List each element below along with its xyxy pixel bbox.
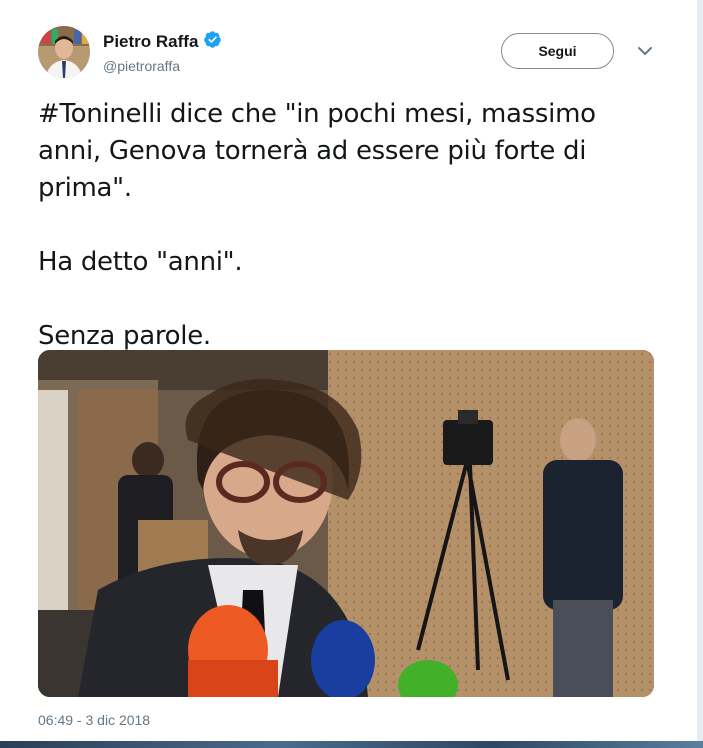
tweet-text: #Toninelli dice che "in pochi mesi, mass… xyxy=(38,99,596,351)
video-frame-image xyxy=(38,350,654,697)
verified-badge-icon xyxy=(203,30,222,54)
author-handle[interactable]: @pietroraffa xyxy=(103,58,180,74)
background-strip xyxy=(0,741,703,748)
tweet-card: Pietro Raffa @pietroraffa Segui #Toninel… xyxy=(0,0,698,741)
author-avatar[interactable] xyxy=(38,26,90,78)
tweet-video[interactable] xyxy=(38,350,654,697)
author-name-row[interactable]: Pietro Raffa xyxy=(103,30,222,54)
scrollbar-track[interactable] xyxy=(697,0,703,748)
tweet-timestamp[interactable]: 06:49 - 3 dic 2018 xyxy=(38,712,150,728)
author-name[interactable]: Pietro Raffa xyxy=(103,32,198,52)
follow-button[interactable]: Segui xyxy=(501,33,614,69)
chevron-down-icon[interactable] xyxy=(636,44,654,56)
